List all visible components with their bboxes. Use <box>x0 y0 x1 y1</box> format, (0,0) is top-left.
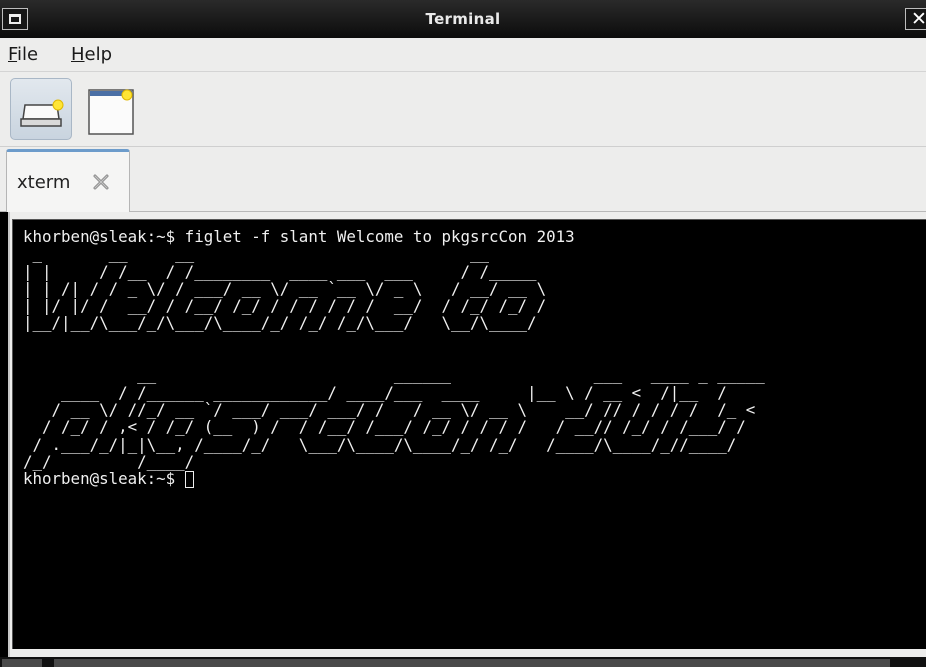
figlet-output: _ __ __ __ | | / /__ / /________ ____ __… <box>23 244 765 471</box>
toolbar <box>0 72 926 147</box>
tabbar: xterm <box>0 147 926 212</box>
new-terminal-icon <box>20 99 64 127</box>
menu-help-accel: H <box>71 44 85 65</box>
terminal-view[interactable]: khorben@sleak:~$ figlet -f slant Welcome… <box>12 219 926 649</box>
strip-segment <box>54 659 890 667</box>
menu-help[interactable]: Help <box>71 44 112 65</box>
menubar: File Help <box>0 38 926 72</box>
new-tab-button[interactable] <box>10 78 72 140</box>
window-titlebar[interactable]: Terminal ✕ <box>0 0 926 38</box>
menu-help-label: elp <box>84 44 113 65</box>
text-cursor <box>184 471 194 489</box>
command-line: khorben@sleak:~$ figlet -f slant Welcome… <box>23 227 575 246</box>
strip-segment <box>2 659 42 667</box>
prompt: khorben@sleak:~$ <box>23 469 185 489</box>
terminal-text: khorben@sleak:~$ figlet -f slant Welcome… <box>23 227 765 489</box>
tab-label: xterm <box>17 172 71 193</box>
new-window-icon <box>88 89 134 135</box>
status-strip <box>0 657 926 667</box>
menu-file-accel: F <box>8 44 18 65</box>
tab-xterm[interactable]: xterm <box>6 149 130 212</box>
window-close-button[interactable]: ✕ <box>905 8 926 30</box>
menu-file[interactable]: File <box>8 44 38 65</box>
window-title: Terminal <box>425 10 501 28</box>
tab-close-icon[interactable] <box>92 173 110 191</box>
menu-file-label: ile <box>17 44 39 65</box>
new-window-button[interactable] <box>80 78 142 140</box>
